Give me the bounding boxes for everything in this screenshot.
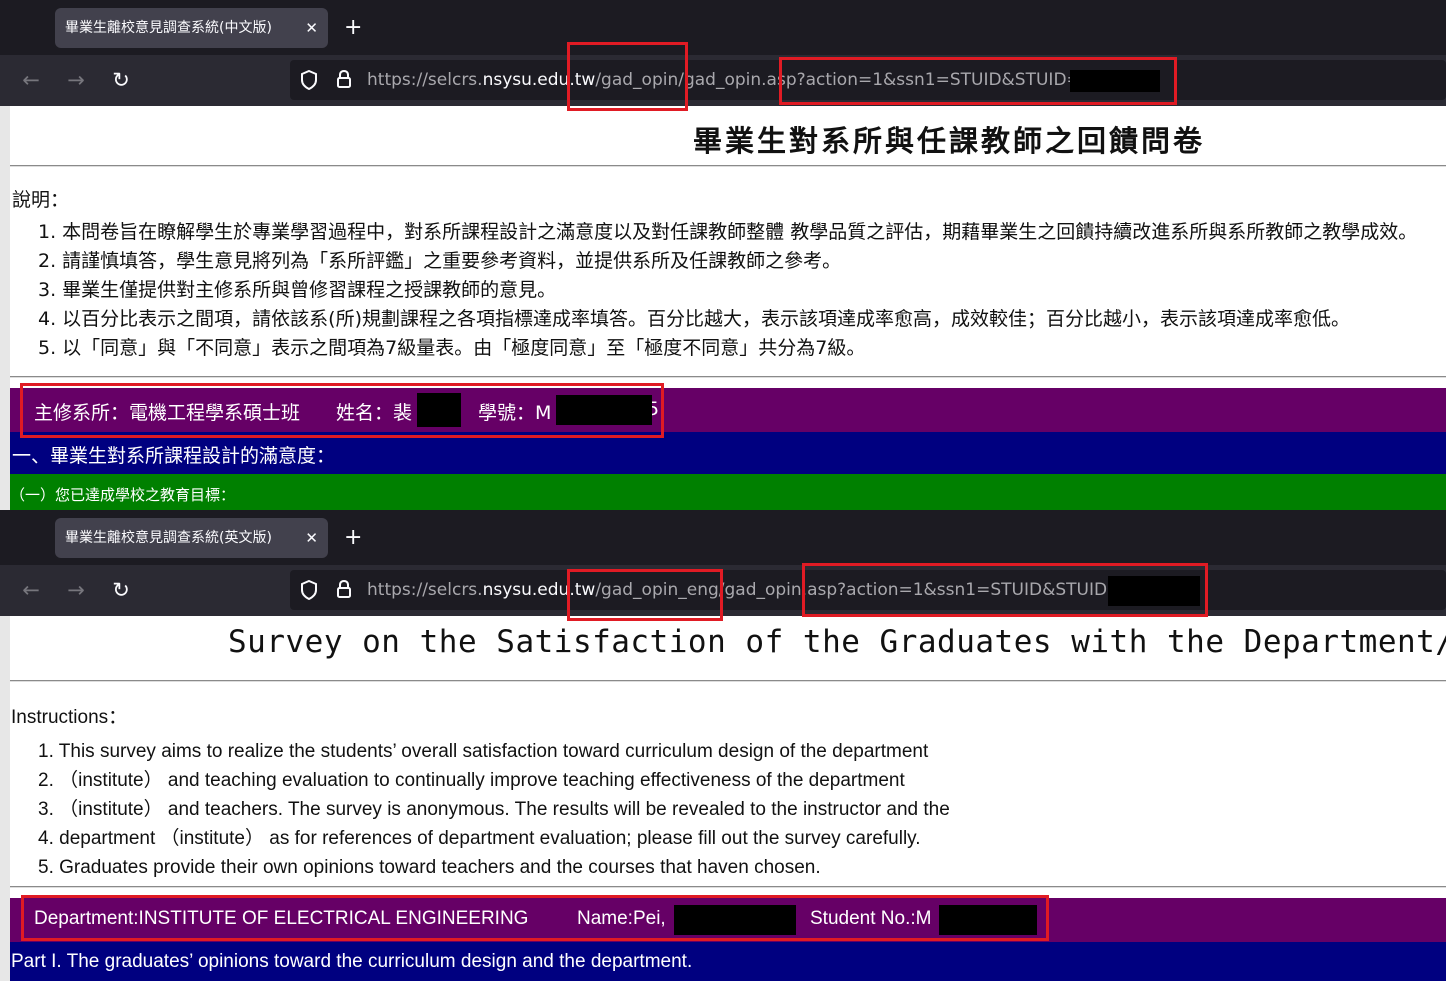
browser-tab[interactable]: 畢業生離校意見調查系統(中文版) ✕ bbox=[55, 8, 328, 48]
url-prefix: https://selcrs. bbox=[367, 70, 483, 90]
highlight-box bbox=[21, 895, 1049, 941]
navigation-toolbar: ← → ↻ https://selcrs.nsysu.edu.tw/gad_op… bbox=[0, 565, 1446, 616]
shield-icon[interactable] bbox=[300, 70, 318, 90]
title-divider bbox=[10, 680, 1446, 682]
instruction-item: 3. 畢業生僅提供對主修系所與曾修習課程之授課教師的意見。 bbox=[38, 279, 557, 301]
forward-arrow-icon[interactable]: → bbox=[65, 577, 87, 603]
instruction-item: 2. 請謹慎填答，學生意見將列為「系所評鑑」之重要參考資料，並提供系所及任課教師… bbox=[38, 250, 842, 272]
tab-bar: 畢業生離校意見調查系統(中文版) ✕ + bbox=[0, 0, 1446, 55]
section-title: Part I. The graduates’ opinions toward t… bbox=[11, 951, 693, 972]
instruction-item: 5. 以「同意」與「不同意」表示之間項為7級量表。由「極度同意」至「極度不同意」… bbox=[38, 337, 866, 359]
highlight-box bbox=[567, 42, 688, 111]
instruction-item: 1. 本問卷旨在瞭解學生於專業學習過程中，對系所課程設計之滿意度以及對任課教師整… bbox=[38, 221, 1418, 243]
tab-title: 畢業生離校意見調查系統(中文版) bbox=[65, 20, 272, 36]
instructions-list: 1. 本問卷旨在瞭解學生於專業學習過程中，對系所課程設計之滿意度以及對任課教師整… bbox=[38, 218, 1417, 363]
lock-icon[interactable] bbox=[336, 69, 352, 89]
instructions-list: 1. This survey aims to realize the stude… bbox=[38, 737, 950, 882]
section-header: Part I. The graduates’ opinions toward t… bbox=[10, 942, 1446, 981]
instructions-divider bbox=[10, 376, 1446, 378]
title-divider bbox=[10, 165, 1446, 167]
instructions-label: 說明： bbox=[12, 189, 70, 211]
instruction-item: 4. department （institute） as for referen… bbox=[38, 828, 921, 849]
plus-icon[interactable]: + bbox=[344, 520, 362, 556]
instruction-item: 2. （institute） and teaching evaluation t… bbox=[38, 770, 905, 791]
screenshot-chinese-version: 畢業生離校意見調查系統(中文版) ✕ + ← → ↻ https://selcr… bbox=[0, 0, 1446, 510]
tab-title: 畢業生離校意見調查系統(英文版) bbox=[65, 530, 272, 546]
instructions-label: Instructions： bbox=[11, 707, 128, 728]
subsection-title: （一）您已達成學校之教育目標： bbox=[10, 486, 236, 504]
page-title: 畢業生對系所與任課教師之回饋問卷 bbox=[693, 124, 1206, 158]
navigation-toolbar: ← → ↻ https://selcrs.nsysu.edu.tw/gad_op… bbox=[0, 55, 1446, 106]
reload-icon[interactable]: ↻ bbox=[110, 67, 132, 93]
close-icon[interactable]: ✕ bbox=[305, 518, 318, 558]
shield-icon[interactable] bbox=[300, 580, 318, 600]
section-header: 一、畢業生對系所課程設計的滿意度： bbox=[10, 432, 1446, 474]
forward-arrow-icon[interactable]: → bbox=[65, 67, 87, 93]
screenshot-english-version: 畢業生離校意見調查系統(英文版) ✕ + ← → ↻ https://selcr… bbox=[0, 510, 1446, 981]
tab-bar: 畢業生離校意見調查系統(英文版) ✕ + bbox=[0, 510, 1446, 565]
instructions-divider bbox=[10, 886, 1446, 888]
back-arrow-icon[interactable]: ← bbox=[20, 67, 42, 93]
highlight-box bbox=[20, 383, 664, 438]
subsection-header: （一）您已達成學校之教育目標： bbox=[10, 474, 1446, 510]
highlight-box bbox=[779, 57, 1177, 105]
close-icon[interactable]: ✕ bbox=[305, 8, 318, 48]
url-prefix: https://selcrs. bbox=[367, 580, 483, 600]
lock-icon[interactable] bbox=[336, 579, 352, 599]
plus-icon[interactable]: + bbox=[344, 10, 362, 46]
section-title: 一、畢業生對系所課程設計的滿意度： bbox=[12, 445, 336, 467]
browser-tab[interactable]: 畢業生離校意見調查系統(英文版) ✕ bbox=[55, 518, 328, 558]
reload-icon[interactable]: ↻ bbox=[110, 577, 132, 603]
highlight-box bbox=[802, 563, 1208, 617]
page-title: Survey on the Satisfaction of the Gradua… bbox=[228, 624, 1446, 660]
instruction-item: 1. This survey aims to realize the stude… bbox=[38, 741, 929, 762]
highlight-box bbox=[567, 569, 723, 621]
back-arrow-icon[interactable]: ← bbox=[20, 577, 42, 603]
instruction-item: 4. 以百分比表示之間項，請依該系(所)規劃課程之各項指標達成率填答。百分比越大… bbox=[38, 308, 1350, 330]
instruction-item: 3. （institute） and teachers. The survey … bbox=[38, 799, 950, 820]
instruction-item: 5. Graduates provide their own opinions … bbox=[38, 857, 821, 878]
